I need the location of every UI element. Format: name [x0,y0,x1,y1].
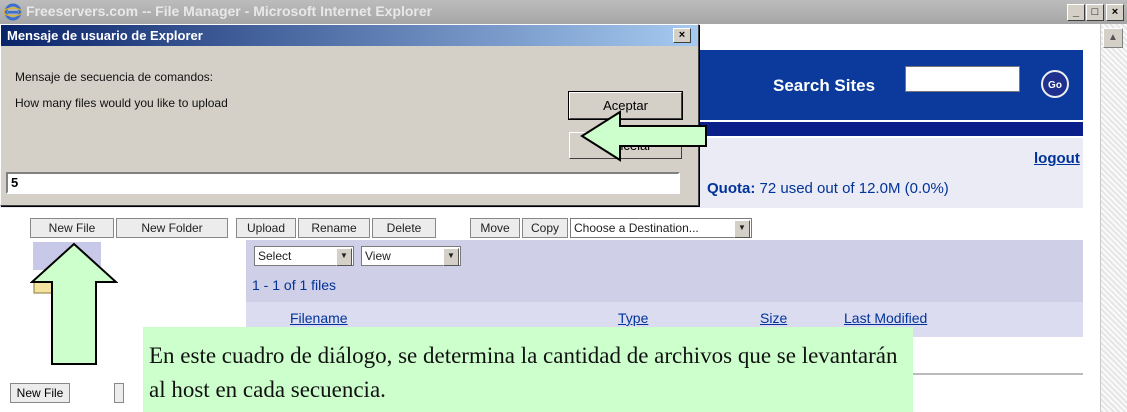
destination-select-value: Choose a Destination... [574,221,699,235]
dialog-title-bar[interactable]: Mensaje de usuario de Explorer × [1,25,698,46]
chevron-down-icon: ▼ [443,248,459,266]
window-title-bar: Freeservers.com -- File Manager - Micros… [0,0,1127,24]
rename-button[interactable]: Rename [298,218,370,238]
chevron-down-icon: ▼ [336,248,352,266]
maximize-button[interactable]: □ [1086,4,1104,21]
delete-button[interactable]: Delete [372,218,436,238]
column-header-filename[interactable]: Filename [290,310,348,326]
dialog-title: Mensaje de usuario de Explorer [7,28,203,43]
dialog-input-field[interactable]: 5 [6,172,680,194]
column-header-last-modified[interactable]: Last Modified [844,310,927,326]
logout-link[interactable]: logout [1034,150,1080,167]
view-dropdown-value: View [365,249,391,263]
new-file-button-bottom[interactable]: New File [10,383,70,403]
file-count: 1 - 1 of 1 files [252,277,337,293]
destination-select[interactable]: Choose a Destination... ▼ [570,218,752,238]
new-folder-button-bottom[interactable] [114,383,124,403]
scroll-up-arrow-icon[interactable]: ▲ [1103,28,1123,48]
new-folder-button[interactable]: New Folder [116,218,228,238]
close-window-button[interactable]: × [1106,4,1124,21]
column-header-type[interactable]: Type [618,310,648,326]
dialog-close-icon[interactable]: × [673,28,691,43]
arrow-left-annotation-icon [580,110,707,162]
select-action-value: Select [258,249,292,263]
upload-button[interactable]: Upload [236,218,296,238]
column-header-size[interactable]: Size [760,310,787,326]
go-button[interactable]: Go [1041,70,1069,98]
minimize-button[interactable]: _ [1067,4,1085,21]
quota-status: Quota: 72 used out of 12.0M (0.0%) [707,180,949,197]
window-title: Freeservers.com -- File Manager - Micros… [26,3,433,19]
new-file-button[interactable]: New File [30,218,114,238]
search-sites-label: Search Sites [773,76,876,95]
internet-explorer-icon [4,3,22,21]
quota-value: 72 used out of 12.0M (0.0%) [759,180,949,197]
view-dropdown[interactable]: View ▼ [361,246,461,266]
dialog-message-label: Mensaje de secuencia de comandos: [15,70,214,84]
annotation-callout: En este cuadro de diálogo, se determina … [143,327,913,412]
search-sites-input[interactable] [905,66,1020,92]
move-button[interactable]: Move [470,218,520,238]
arrow-up-annotation-icon [30,242,118,365]
annotation-text: En este cuadro de diálogo, se determina … [149,343,898,402]
vertical-scrollbar[interactable] [1100,24,1127,412]
quota-label: Quota: [707,180,756,197]
dialog-prompt-text: How many files would you like to upload [15,96,228,110]
chevron-down-icon: ▼ [734,220,750,238]
select-action-dropdown[interactable]: Select ▼ [254,246,354,266]
copy-button[interactable]: Copy [522,218,568,238]
